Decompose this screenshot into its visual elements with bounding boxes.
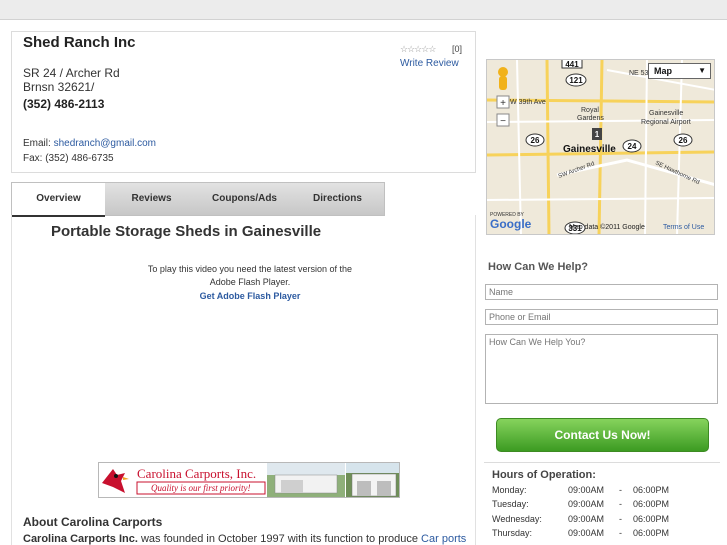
review-count: [0] [452,44,463,54]
route-121-shield: 121 [565,73,587,87]
tab-directions[interactable]: Directions [291,183,384,216]
email-label: Email: [23,138,51,149]
svg-text:26: 26 [531,136,540,145]
hours-row: Wednesday: 09:00AM - 06:00PM [492,514,712,528]
svg-text:441: 441 [565,60,579,69]
pegman-icon [498,67,508,90]
hours-dash: - [619,514,622,524]
map-canvas: 121 26 26 24 441 331 NE 53rd Ave NW 39th… [487,60,714,234]
tab-reviews[interactable]: Reviews [105,183,198,216]
help-heading: How Can We Help? [488,261,589,273]
carport-photo-2 [346,463,399,497]
svg-text:1: 1 [595,130,600,139]
hours-dash: - [619,499,622,509]
map-label-city: Gainesville [563,144,616,155]
about-company: Carolina Carports Inc. [23,533,138,545]
flash-message-line-1: To play this video you need the latest v… [147,264,353,274]
hours-close: 06:00PM [633,485,670,495]
sidebar-divider [484,462,720,463]
carports-link[interactable]: Car ports [421,533,466,545]
tab-overview[interactable]: Overview [12,183,105,217]
location-pin-icon: 1 [592,128,602,140]
hours-open: 09:00AM [568,499,605,509]
top-bar [0,0,727,20]
zoom-in-button: + [496,95,510,109]
banner-tagline: Quality is our first priority! [151,483,251,493]
map-type-select[interactable]: Map ▼ [648,63,711,79]
contact-us-button[interactable]: Contact Us Now! [496,418,709,452]
banner-brand: Carolina Carports, Inc. [137,466,256,481]
write-review-link[interactable]: Write Review [400,58,459,69]
hours-row: Monday: 09:00AM - 06:00PM [492,485,712,499]
name-input[interactable] [485,284,718,300]
map-data-credit: Map data ©2011 Google [569,223,645,231]
terms-of-use-link: Terms of Use [663,224,704,231]
map-label-airport: Gainesville [649,110,683,117]
google-map[interactable]: 121 26 26 24 441 331 NE 53rd Ave NW 39th… [486,59,715,235]
fax-text: Fax: (352) 486-6735 [23,153,114,164]
hours-open: 09:00AM [568,485,605,495]
hours-close: 06:00PM [633,528,670,538]
flash-message-line-2: Adobe Flash Player. [209,277,291,287]
message-textarea[interactable] [485,334,718,404]
star-rating[interactable]: ☆☆☆☆☆ [400,44,436,55]
map-label-airport-2: Regional Airport [641,119,691,126]
hours-close: 06:00PM [633,514,670,524]
hours-open: 09:00AM [568,514,605,524]
tab-coupons[interactable]: Coupons/Ads [198,183,291,216]
route-26-shield: 26 [673,133,693,147]
hours-heading: Hours of Operation: [492,469,596,481]
about-heading: About Carolina Carports [23,515,163,529]
star-icon: ☆ [428,44,436,54]
zoom-out-button: − [496,113,510,127]
route-441-shield: 441 [561,60,583,69]
phone-email-input[interactable] [485,309,718,325]
map-label-nw39: NW 39th Ave [505,99,546,106]
carport-photo-1 [267,463,345,497]
map-label-gardens: Royal [581,107,599,114]
business-phone: (352) 486-2113 [23,97,105,111]
google-logo: Google [490,217,532,231]
about-body: was founded in October 1997 with its fun… [137,533,422,545]
svg-text:24: 24 [628,142,637,151]
hours-row: Thursday: 09:00AM - 06:00PM [492,528,712,542]
business-name: Shed Ranch Inc [23,34,136,51]
hours-dash: - [619,528,622,538]
hours-day: Tuesday: [492,499,529,509]
banner-graphic: Carolina Carports, Inc. Quality is our f… [99,463,399,497]
route-26-shield: 26 [525,133,545,147]
hours-open: 09:00AM [568,528,605,538]
content-title: Portable Storage Sheds in Gainesville [51,223,322,240]
map-label-gardens-2: Gardens [577,115,604,122]
get-flash-player-link[interactable]: Get Adobe Flash Player [100,291,400,301]
hours-row: Tuesday: 09:00AM - 06:00PM [492,499,712,513]
address-line-1: SR 24 / Archer Rd [23,66,120,80]
route-24-shield: 24 [622,139,642,153]
hours-dash: - [619,485,622,495]
email-row: Email: shedranch@gmail.com [23,138,156,149]
chevron-down-icon: ▼ [698,66,706,75]
hours-day: Monday: [492,485,527,495]
hours-day: Wednesday: [492,514,542,524]
carolina-carports-banner[interactable]: Carolina Carports, Inc. Quality is our f… [98,462,400,498]
svg-text:−: − [500,116,506,127]
hours-close: 06:00PM [633,499,670,509]
svg-text:26: 26 [679,136,688,145]
email-link[interactable]: shedranch@gmail.com [54,138,156,149]
svg-text:+: + [500,98,506,109]
about-text: Carolina Carports Inc. was founded in Oc… [23,533,483,545]
hours-day: Thursday: [492,528,533,538]
address-line-2: Brnsn 32621/ [23,80,95,94]
map-type-label: Map [654,66,672,76]
svg-text:121: 121 [569,76,583,85]
